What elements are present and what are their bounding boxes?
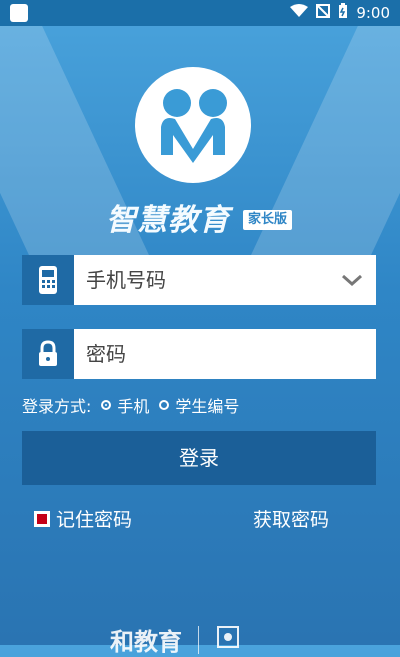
status-time: 9:00: [356, 4, 390, 22]
checkbox-mark-icon: [37, 513, 47, 524]
password-field[interactable]: 密码: [22, 329, 376, 379]
mode-option-student-id-label[interactable]: 学生编号: [175, 393, 239, 417]
phone-field-text[interactable]: 手机号码: [74, 255, 338, 305]
mode-option-phone-label[interactable]: 手机: [117, 393, 149, 417]
edition-badge: 家长版: [243, 210, 293, 230]
footer-text: 和教育: [110, 628, 182, 656]
radio-selected-icon[interactable]: [101, 400, 112, 410]
wifi-icon: [290, 4, 309, 22]
login-mode-label: 登录方式:: [22, 397, 92, 416]
radio-unselected-icon[interactable]: [159, 400, 170, 410]
app-title: 智慧教育: [106, 203, 230, 238]
chevron-down-icon[interactable]: [338, 255, 366, 305]
mode-option-student-id[interactable]: 学生编号: [159, 393, 239, 417]
signal-off-icon: [316, 4, 331, 22]
footer-logo-icon: [215, 624, 241, 656]
mode-option-phone[interactable]: 手机: [101, 393, 149, 417]
phone-icon: [22, 255, 74, 305]
get-password-link[interactable]: 获取密码: [253, 505, 329, 532]
app-logo: [135, 67, 251, 183]
login-button[interactable]: 登录: [22, 431, 376, 485]
remember-password-label[interactable]: 记住密码: [56, 505, 132, 532]
status-bar: 9:00: [0, 0, 400, 26]
phone-field[interactable]: 手机号码: [22, 255, 376, 305]
battery-icon: [338, 3, 348, 23]
footer-branding: 和教育: [110, 622, 241, 657]
notification-icon: [10, 4, 28, 22]
status-icons: 9:00: [290, 3, 390, 23]
password-field-text[interactable]: 密码: [74, 329, 376, 379]
login-mode: 登录方式: 手机 学生编号: [22, 393, 239, 417]
footer-divider: [198, 625, 199, 654]
remember-password[interactable]: 记住密码: [34, 505, 132, 532]
lock-icon: [22, 329, 74, 379]
remember-checkbox[interactable]: [34, 510, 50, 527]
